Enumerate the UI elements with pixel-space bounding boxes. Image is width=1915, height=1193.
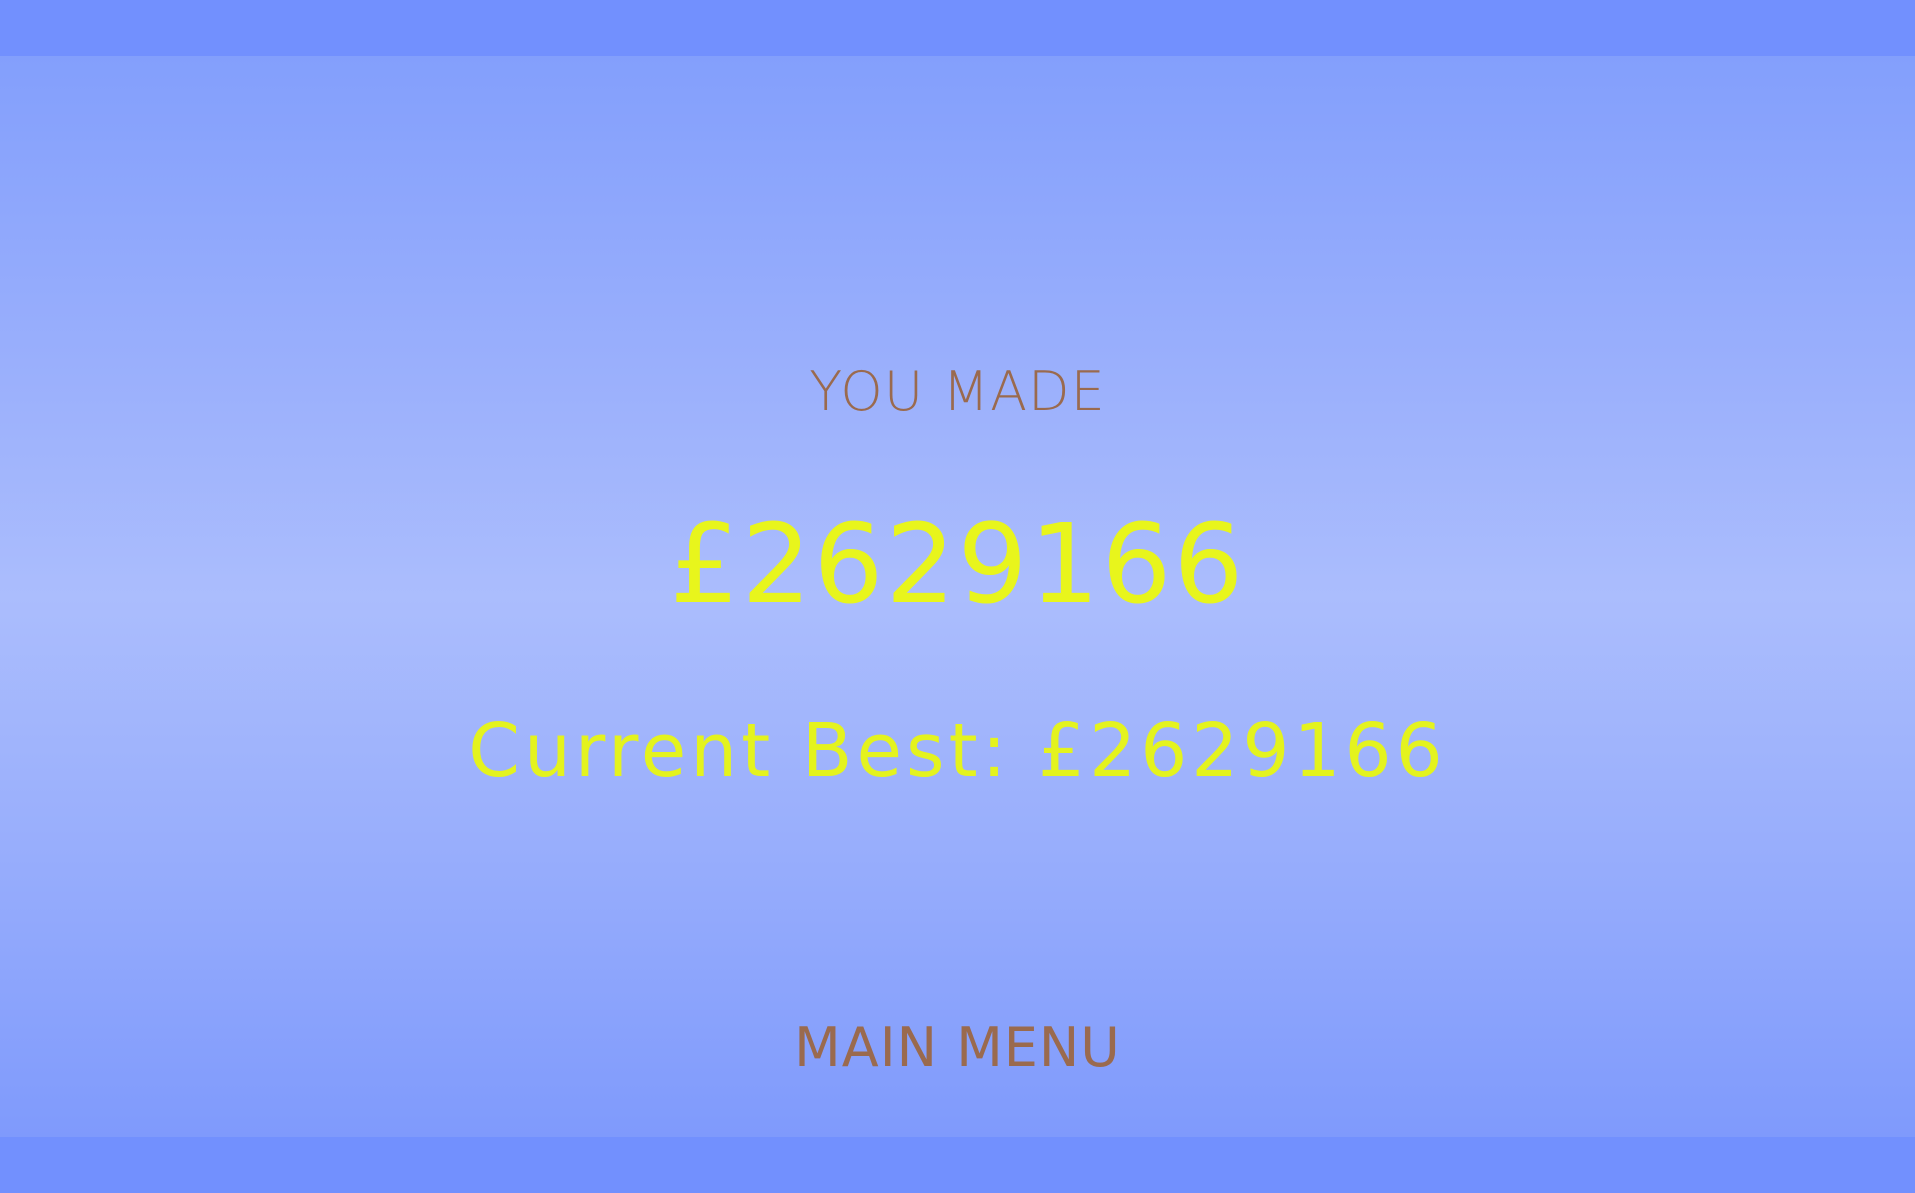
you-made-heading: YOU MADE (809, 360, 1106, 423)
top-bar (0, 0, 1915, 56)
current-best: Current Best: £2629166 (468, 708, 1447, 794)
earned-amount: £2629166 (669, 500, 1246, 628)
bottom-bar (0, 1137, 1915, 1193)
main-menu-button[interactable]: MAIN MENU (0, 1016, 1915, 1079)
